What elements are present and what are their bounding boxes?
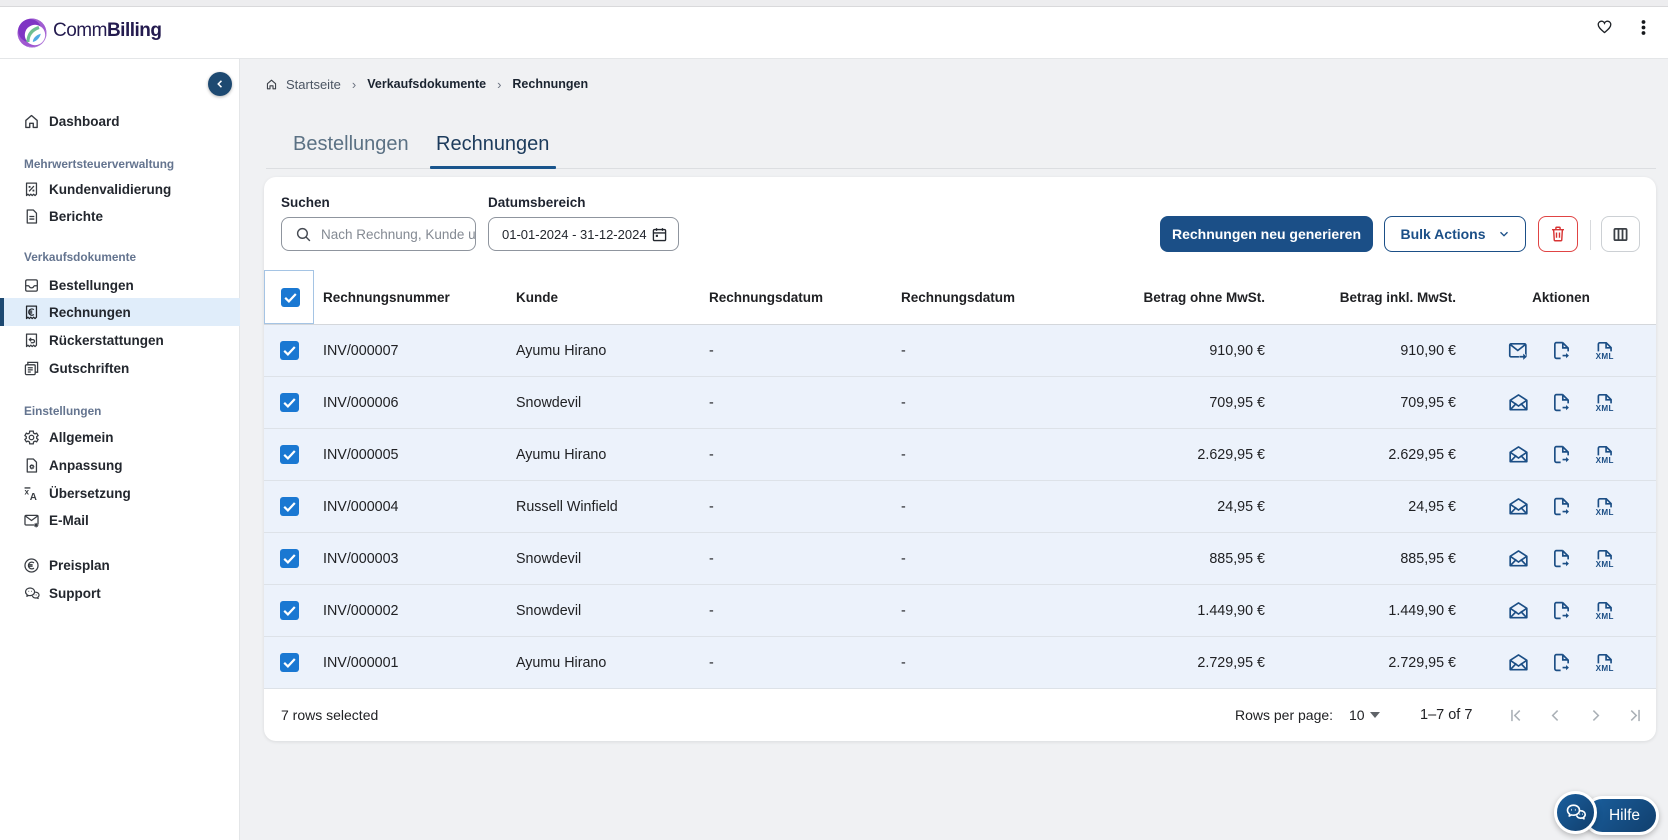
svg-text:x: x [25, 487, 30, 496]
svg-text:A: A [30, 492, 37, 502]
